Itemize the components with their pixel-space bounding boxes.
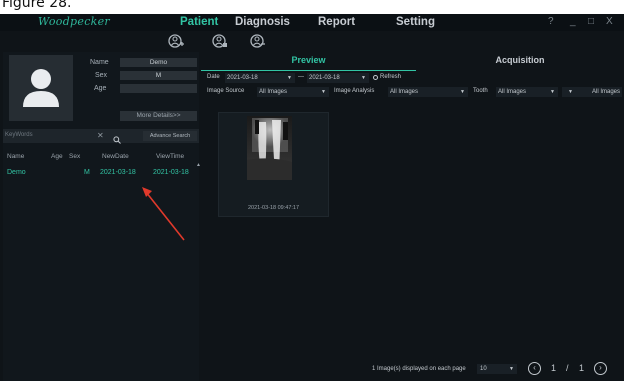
figure-caption: Figure 28. xyxy=(0,0,624,14)
image-analysis-value: All Images xyxy=(390,89,419,95)
help-icon[interactable]: ? xyxy=(548,16,554,27)
row-sex: M xyxy=(84,169,90,176)
row-name: Demo xyxy=(7,169,26,176)
nav-patient[interactable]: Patient xyxy=(180,16,218,28)
image-filter-row: Image Source All Images ▼ Image Analysis… xyxy=(201,87,624,98)
next-page-button[interactable]: › xyxy=(594,362,607,375)
more-details-button[interactable]: More Details>> xyxy=(120,111,197,121)
advance-search-button[interactable]: Advance Search xyxy=(143,131,197,141)
image-source-label: Image Source xyxy=(207,88,245,94)
patient-toolbar xyxy=(0,31,624,52)
prev-page-button[interactable]: ‹ xyxy=(528,362,541,375)
chevron-down-icon: ▼ xyxy=(460,89,465,95)
extra-filter-select[interactable]: ▼ All Images xyxy=(562,87,622,97)
tooth-label: Tooth xyxy=(473,88,488,94)
row-newdate: 2021-03-18 xyxy=(100,169,136,176)
image-source-select[interactable]: All Images ▼ xyxy=(257,87,329,97)
date-from-value: 2021-03-18 xyxy=(227,75,258,81)
page-total: 1 xyxy=(579,363,585,373)
app-logo: Woodpecker xyxy=(38,15,110,28)
chevron-down-icon: ▼ xyxy=(509,366,514,372)
image-analysis-select[interactable]: All Images ▼ xyxy=(388,87,468,97)
age-field[interactable] xyxy=(120,84,197,93)
image-analysis-label: Image Analysis xyxy=(334,88,375,94)
date-to-select[interactable]: 2021-03-18 ▼ xyxy=(307,73,369,83)
search-icon[interactable] xyxy=(113,131,121,149)
column-header-viewtime[interactable]: ViewTime xyxy=(156,153,184,160)
minimize-icon[interactable]: _ xyxy=(570,16,576,27)
page-separator: / xyxy=(566,363,569,373)
user-silhouette-icon xyxy=(23,69,59,107)
chevron-down-icon: ▼ xyxy=(287,75,292,81)
per-page-select[interactable]: 10 ▼ xyxy=(477,364,517,374)
table-row[interactable]: Demo M 2021-03-18 2021-03-18 xyxy=(3,168,195,179)
chevron-down-icon: ▼ xyxy=(361,75,366,81)
column-header-age[interactable]: Age xyxy=(51,153,63,160)
delete-patient-icon[interactable] xyxy=(250,33,266,49)
avatar xyxy=(9,55,73,121)
date-separator: — xyxy=(298,74,304,80)
image-source-value: All Images xyxy=(259,89,288,95)
nav-report[interactable]: Report xyxy=(318,16,355,28)
per-page-value: 10 xyxy=(480,366,487,372)
images-per-page-message: 1 Image(s) displayed on each page xyxy=(372,366,466,372)
image-panel: Preview Acquisition Date 2021-03-18 ▼ — … xyxy=(201,52,624,381)
chevron-down-icon: ▼ xyxy=(568,89,573,95)
top-bar: Woodpecker Patient Diagnosis Report Sett… xyxy=(0,14,624,31)
nav-diagnosis[interactable]: Diagnosis xyxy=(235,16,290,28)
app-window: Woodpecker Patient Diagnosis Report Sett… xyxy=(0,14,624,381)
image-thumbnail[interactable]: 2021-03-18 09:47:17 xyxy=(218,112,329,217)
column-header-sex[interactable]: Sex xyxy=(69,153,80,160)
sex-label: Sex xyxy=(95,72,108,79)
close-icon[interactable]: X xyxy=(606,16,613,27)
page-current: 1 xyxy=(551,363,557,373)
image-tabs: Preview Acquisition xyxy=(201,52,624,71)
column-header-newdate[interactable]: NewDate xyxy=(102,153,129,160)
date-to-value: 2021-03-18 xyxy=(309,75,340,81)
tooth-select[interactable]: All Images ▼ xyxy=(496,87,558,97)
refresh-button[interactable]: Refresh xyxy=(380,74,401,80)
column-header-name[interactable]: Name xyxy=(7,153,24,160)
tooth-value: All Images xyxy=(498,89,527,95)
name-label: Name xyxy=(90,59,109,66)
tab-acquisition[interactable]: Acquisition xyxy=(416,52,624,70)
age-label: Age xyxy=(94,85,107,92)
date-filter-row: Date 2021-03-18 ▼ — 2021-03-18 ▼ Refresh xyxy=(201,73,624,84)
edit-patient-icon[interactable] xyxy=(212,33,228,49)
date-from-select[interactable]: 2021-03-18 ▼ xyxy=(225,73,295,83)
name-field[interactable]: Demo xyxy=(120,58,197,67)
pagination-footer: 1 Image(s) displayed on each page 10 ▼ ‹… xyxy=(201,361,624,381)
sex-field[interactable]: M xyxy=(120,71,197,80)
clear-icon[interactable]: ✕ xyxy=(97,131,104,140)
maximize-icon[interactable]: □ xyxy=(588,16,594,27)
search-bar: KeyWords ✕ Advance Search xyxy=(3,129,199,144)
chevron-down-icon: ▼ xyxy=(550,89,555,95)
annotation-arrow xyxy=(142,187,185,241)
extra-filter-value: All Images xyxy=(591,89,620,95)
tab-preview[interactable]: Preview xyxy=(201,52,416,71)
dental-xray-image xyxy=(247,116,292,180)
search-input[interactable]: KeyWords xyxy=(5,132,33,138)
add-patient-icon[interactable] xyxy=(168,33,184,49)
row-viewtime: 2021-03-18 xyxy=(153,169,189,176)
refresh-icon[interactable] xyxy=(373,75,378,80)
thumbnail-timestamp: 2021-03-18 09:47:17 xyxy=(247,205,300,211)
date-label: Date xyxy=(207,74,220,80)
chevron-down-icon: ▼ xyxy=(321,89,326,95)
nav-setting[interactable]: Setting xyxy=(396,16,435,28)
